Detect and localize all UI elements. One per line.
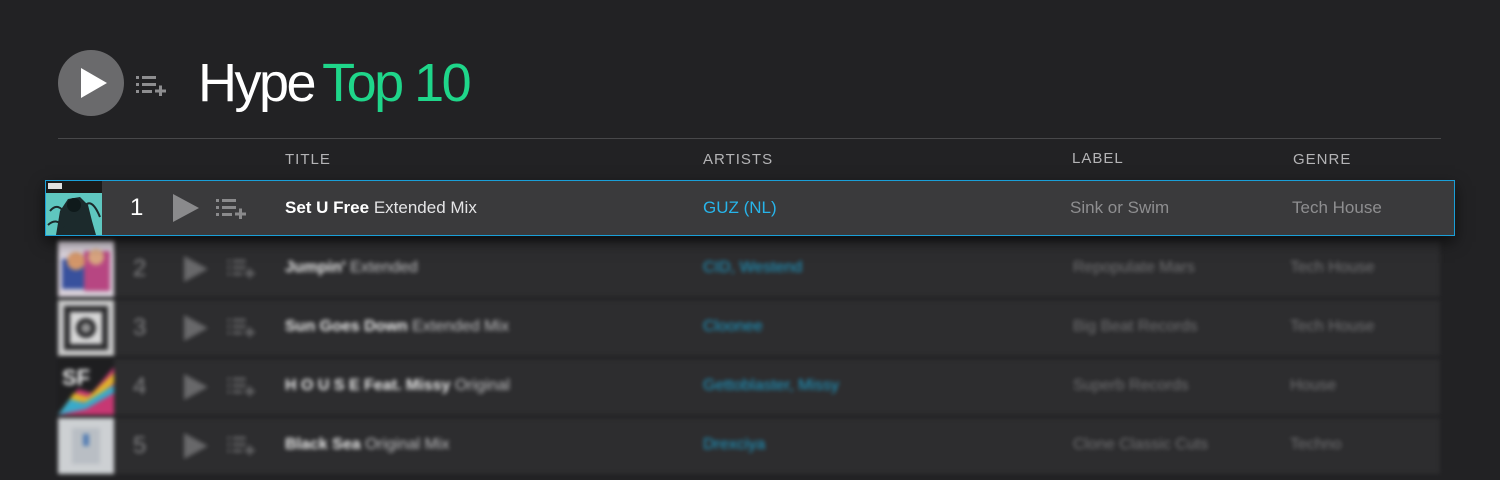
track-mix: Extended <box>350 259 418 276</box>
album-art <box>58 300 114 356</box>
add-to-queue-icon[interactable] <box>227 435 257 455</box>
track-name: H O U S E Feat. Missy <box>285 377 451 394</box>
add-to-queue-icon[interactable] <box>227 317 257 337</box>
track-row[interactable]: 5 Black Sea Original Mix Drexciya Clone … <box>58 418 1440 474</box>
track-name: Black Sea <box>285 436 361 453</box>
track-list: 2 Jumpin' Extended CID, Westend Repopula… <box>0 0 1500 480</box>
track-title[interactable]: Set U Free Extended Mix <box>285 198 477 218</box>
track-name: Sun Goes Down <box>285 318 408 335</box>
add-to-queue-icon[interactable] <box>216 197 248 219</box>
track-label[interactable]: Repopulate Mars <box>1073 259 1195 277</box>
track-title[interactable]: Sun Goes Down Extended Mix <box>285 318 509 336</box>
track-title[interactable]: Black Sea Original Mix <box>285 436 450 454</box>
track-rank: 5 <box>133 432 147 459</box>
track-label[interactable]: Superb Records <box>1073 377 1189 395</box>
track-label[interactable]: Clone Classic Cuts <box>1073 436 1208 454</box>
track-mix: Original <box>454 377 510 394</box>
track-rank: 2 <box>133 255 147 282</box>
track-artists[interactable]: GUZ (NL) <box>703 198 777 218</box>
track-label[interactable]: Sink or Swim <box>1070 198 1169 218</box>
track-genre[interactable]: Tech House <box>1290 318 1375 336</box>
track-artists[interactable]: Drexciya <box>703 436 765 454</box>
track-title[interactable]: Jumpin' Extended <box>285 259 418 277</box>
track-rank: 1 <box>130 194 144 221</box>
track-artists[interactable]: CID, Westend <box>703 259 802 277</box>
track-mix: Original Mix <box>365 436 450 453</box>
track-genre[interactable]: Tech House <box>1290 259 1375 277</box>
album-art <box>46 181 102 235</box>
track-row[interactable]: 3 Sun Goes Down Extended Mix Cloonee Big… <box>58 300 1440 356</box>
play-icon[interactable] <box>173 194 199 222</box>
track-name: Set U Free <box>285 198 370 217</box>
track-artists[interactable]: Cloonee <box>703 318 763 336</box>
track-mix: Extended Mix <box>412 318 510 335</box>
track-label[interactable]: Big Beat Records <box>1073 318 1198 336</box>
album-art: SF <box>58 359 114 415</box>
album-art <box>58 418 114 474</box>
track-artists[interactable]: Gettoblaster, Missy <box>703 377 839 395</box>
play-icon[interactable] <box>184 256 208 282</box>
track-genre[interactable]: Techno <box>1290 436 1342 454</box>
track-genre[interactable]: Tech House <box>1292 198 1382 218</box>
add-to-queue-icon[interactable] <box>227 376 257 396</box>
track-row[interactable]: 2 Jumpin' Extended CID, Westend Repopula… <box>58 241 1440 297</box>
album-art <box>58 241 114 297</box>
track-name: Jumpin' <box>285 259 346 276</box>
track-genre[interactable]: House <box>1290 377 1336 395</box>
play-icon[interactable] <box>184 315 208 341</box>
track-row-highlighted[interactable]: 1 Set U Free Extended Mix GUZ (NL) Sink … <box>45 180 1455 236</box>
track-rank: 4 <box>133 373 147 400</box>
track-row[interactable]: SF 4 H O U S E Feat. Missy Original Gett… <box>58 359 1440 415</box>
play-icon[interactable] <box>184 374 208 400</box>
svg-text:SF: SF <box>62 365 90 390</box>
track-mix: Extended Mix <box>373 198 477 217</box>
track-title[interactable]: H O U S E Feat. Missy Original <box>285 377 510 395</box>
track-rank: 3 <box>133 314 147 341</box>
play-icon[interactable] <box>184 433 208 459</box>
add-to-queue-icon[interactable] <box>227 258 257 278</box>
